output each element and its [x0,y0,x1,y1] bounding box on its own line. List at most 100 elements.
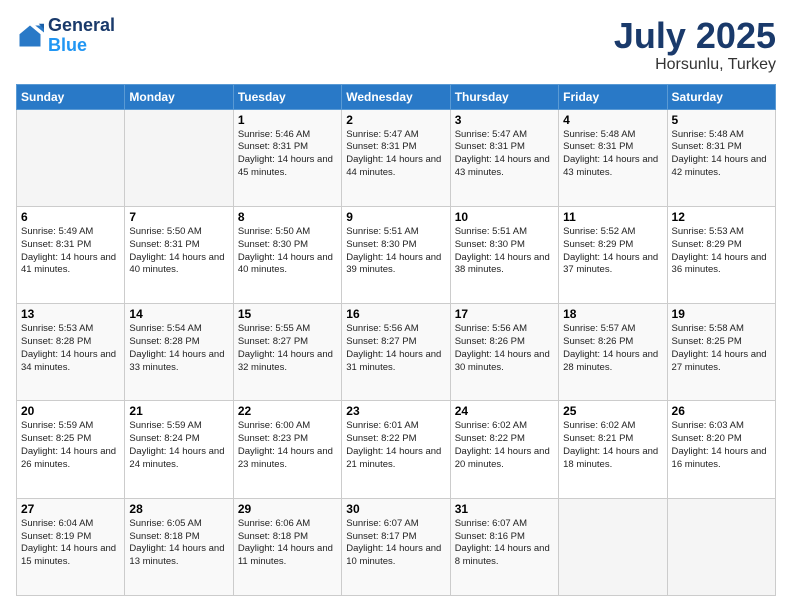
calendar-cell [17,109,125,206]
sunset-text: Sunset: 8:27 PM [238,336,308,347]
sunrise-text: Sunrise: 5:59 AM [129,420,201,431]
day-info: Sunrise: 5:50 AM Sunset: 8:31 PM Dayligh… [129,226,228,277]
calendar-cell: 6 Sunrise: 5:49 AM Sunset: 8:31 PM Dayli… [17,206,125,303]
day-info: Sunrise: 5:58 AM Sunset: 8:25 PM Dayligh… [672,323,771,374]
sunset-text: Sunset: 8:31 PM [238,141,308,152]
sunset-text: Sunset: 8:31 PM [563,141,633,152]
calendar-cell: 12 Sunrise: 5:53 AM Sunset: 8:29 PM Dayl… [667,206,775,303]
calendar-cell: 10 Sunrise: 5:51 AM Sunset: 8:30 PM Dayl… [450,206,558,303]
daylight-text: Daylight: 14 hours and 15 minutes. [21,543,116,567]
calendar-cell [667,498,775,595]
sunrise-text: Sunrise: 5:46 AM [238,129,310,140]
day-number: 27 [21,502,120,516]
sunset-text: Sunset: 8:26 PM [455,336,525,347]
day-info: Sunrise: 6:03 AM Sunset: 8:20 PM Dayligh… [672,420,771,471]
calendar-cell: 27 Sunrise: 6:04 AM Sunset: 8:19 PM Dayl… [17,498,125,595]
sunset-text: Sunset: 8:30 PM [238,239,308,250]
calendar-cell: 16 Sunrise: 5:56 AM Sunset: 8:27 PM Dayl… [342,304,450,401]
day-info: Sunrise: 5:48 AM Sunset: 8:31 PM Dayligh… [563,129,662,180]
day-number: 30 [346,502,445,516]
sunset-text: Sunset: 8:31 PM [129,239,199,250]
sunrise-text: Sunrise: 5:59 AM [21,420,93,431]
sunrise-text: Sunrise: 5:50 AM [129,226,201,237]
calendar-week-4: 20 Sunrise: 5:59 AM Sunset: 8:25 PM Dayl… [17,401,776,498]
sunrise-text: Sunrise: 5:53 AM [672,226,744,237]
sunset-text: Sunset: 8:26 PM [563,336,633,347]
day-info: Sunrise: 5:59 AM Sunset: 8:24 PM Dayligh… [129,420,228,471]
daylight-text: Daylight: 14 hours and 8 minutes. [455,543,550,567]
day-info: Sunrise: 5:51 AM Sunset: 8:30 PM Dayligh… [455,226,554,277]
daylight-text: Daylight: 14 hours and 23 minutes. [238,446,333,470]
calendar-week-1: 1 Sunrise: 5:46 AM Sunset: 8:31 PM Dayli… [17,109,776,206]
day-info: Sunrise: 6:06 AM Sunset: 8:18 PM Dayligh… [238,518,337,569]
sunset-text: Sunset: 8:28 PM [21,336,91,347]
col-friday: Friday [559,84,667,109]
sunrise-text: Sunrise: 6:02 AM [563,420,635,431]
sunset-text: Sunset: 8:28 PM [129,336,199,347]
sunrise-text: Sunrise: 5:51 AM [455,226,527,237]
day-info: Sunrise: 6:02 AM Sunset: 8:21 PM Dayligh… [563,420,662,471]
sunrise-text: Sunrise: 6:07 AM [346,518,418,529]
day-number: 25 [563,404,662,418]
calendar-cell: 17 Sunrise: 5:56 AM Sunset: 8:26 PM Dayl… [450,304,558,401]
day-info: Sunrise: 6:04 AM Sunset: 8:19 PM Dayligh… [21,518,120,569]
day-number: 15 [238,307,337,321]
sunrise-text: Sunrise: 6:06 AM [238,518,310,529]
sunrise-text: Sunrise: 5:48 AM [563,129,635,140]
logo-text: General Blue [48,16,115,56]
day-number: 8 [238,210,337,224]
day-info: Sunrise: 6:05 AM Sunset: 8:18 PM Dayligh… [129,518,228,569]
calendar-cell: 18 Sunrise: 5:57 AM Sunset: 8:26 PM Dayl… [559,304,667,401]
calendar-cell: 1 Sunrise: 5:46 AM Sunset: 8:31 PM Dayli… [233,109,341,206]
calendar-cell: 7 Sunrise: 5:50 AM Sunset: 8:31 PM Dayli… [125,206,233,303]
sunrise-text: Sunrise: 5:56 AM [346,323,418,334]
calendar-week-5: 27 Sunrise: 6:04 AM Sunset: 8:19 PM Dayl… [17,498,776,595]
day-number: 29 [238,502,337,516]
day-number: 9 [346,210,445,224]
logo-line2: Blue [48,35,87,55]
day-number: 6 [21,210,120,224]
sunset-text: Sunset: 8:29 PM [672,239,742,250]
day-number: 18 [563,307,662,321]
day-number: 13 [21,307,120,321]
day-info: Sunrise: 5:47 AM Sunset: 8:31 PM Dayligh… [455,129,554,180]
calendar-cell: 21 Sunrise: 5:59 AM Sunset: 8:24 PM Dayl… [125,401,233,498]
daylight-text: Daylight: 14 hours and 26 minutes. [21,446,116,470]
daylight-text: Daylight: 14 hours and 16 minutes. [672,446,767,470]
daylight-text: Daylight: 14 hours and 39 minutes. [346,252,441,276]
calendar-cell: 22 Sunrise: 6:00 AM Sunset: 8:23 PM Dayl… [233,401,341,498]
calendar-cell: 4 Sunrise: 5:48 AM Sunset: 8:31 PM Dayli… [559,109,667,206]
sunset-text: Sunset: 8:27 PM [346,336,416,347]
day-number: 24 [455,404,554,418]
calendar-cell: 29 Sunrise: 6:06 AM Sunset: 8:18 PM Dayl… [233,498,341,595]
daylight-text: Daylight: 14 hours and 40 minutes. [129,252,224,276]
calendar-cell: 11 Sunrise: 5:52 AM Sunset: 8:29 PM Dayl… [559,206,667,303]
sunset-text: Sunset: 8:31 PM [346,141,416,152]
daylight-text: Daylight: 14 hours and 43 minutes. [455,154,550,178]
day-info: Sunrise: 5:56 AM Sunset: 8:26 PM Dayligh… [455,323,554,374]
day-number: 11 [563,210,662,224]
calendar-cell: 31 Sunrise: 6:07 AM Sunset: 8:16 PM Dayl… [450,498,558,595]
sunrise-text: Sunrise: 6:01 AM [346,420,418,431]
day-number: 7 [129,210,228,224]
col-tuesday: Tuesday [233,84,341,109]
day-info: Sunrise: 6:07 AM Sunset: 8:17 PM Dayligh… [346,518,445,569]
main-title: July 2025 [614,16,776,56]
col-thursday: Thursday [450,84,558,109]
day-number: 3 [455,113,554,127]
day-info: Sunrise: 5:55 AM Sunset: 8:27 PM Dayligh… [238,323,337,374]
sunset-text: Sunset: 8:24 PM [129,433,199,444]
sunrise-text: Sunrise: 6:05 AM [129,518,201,529]
calendar-cell: 30 Sunrise: 6:07 AM Sunset: 8:17 PM Dayl… [342,498,450,595]
daylight-text: Daylight: 14 hours and 45 minutes. [238,154,333,178]
daylight-text: Daylight: 14 hours and 43 minutes. [563,154,658,178]
day-number: 17 [455,307,554,321]
daylight-text: Daylight: 14 hours and 34 minutes. [21,349,116,373]
calendar-cell: 19 Sunrise: 5:58 AM Sunset: 8:25 PM Dayl… [667,304,775,401]
day-info: Sunrise: 5:49 AM Sunset: 8:31 PM Dayligh… [21,226,120,277]
calendar-cell [125,109,233,206]
sunset-text: Sunset: 8:23 PM [238,433,308,444]
day-info: Sunrise: 6:02 AM Sunset: 8:22 PM Dayligh… [455,420,554,471]
calendar-week-3: 13 Sunrise: 5:53 AM Sunset: 8:28 PM Dayl… [17,304,776,401]
col-sunday: Sunday [17,84,125,109]
